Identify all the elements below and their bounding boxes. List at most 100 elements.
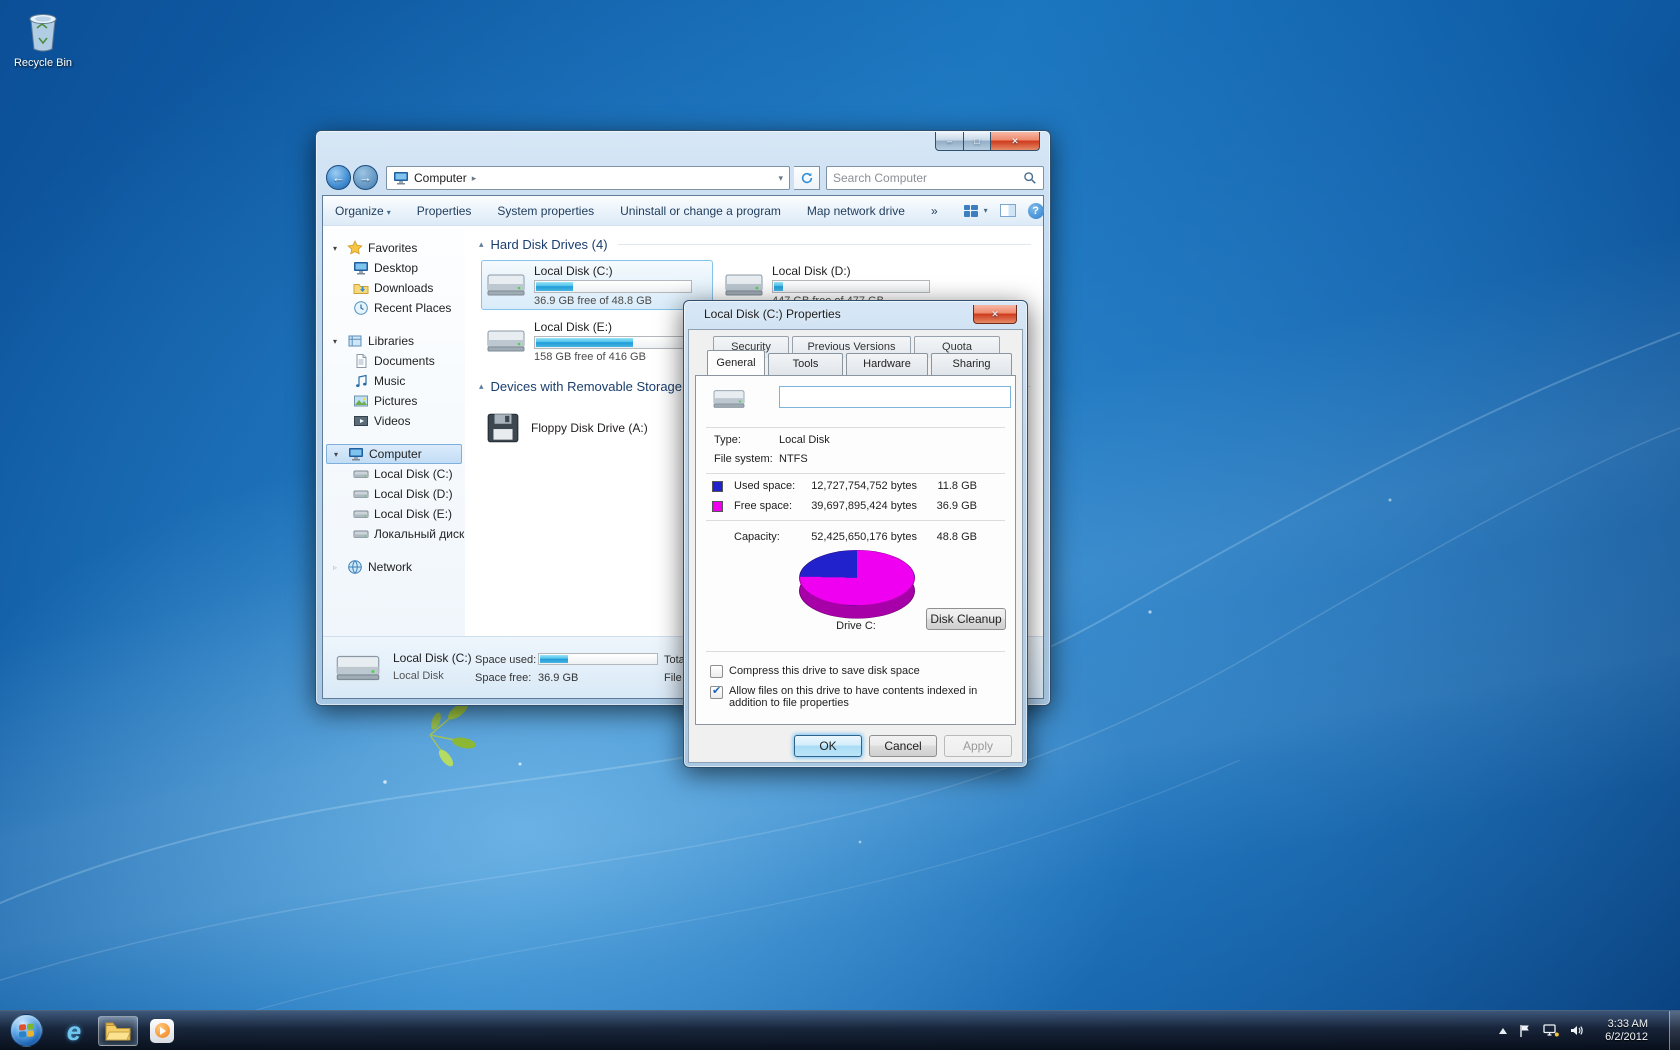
index-checkbox[interactable] xyxy=(710,686,723,699)
sidebar-item-computer[interactable]: ▾ Computer xyxy=(326,444,462,464)
taskbar-windows-explorer[interactable] xyxy=(98,1016,138,1046)
sidebar-item-local-disk-c[interactable]: Local Disk (C:) xyxy=(323,464,465,484)
capacity-bar xyxy=(538,653,658,665)
apply-button[interactable]: Apply xyxy=(944,735,1012,757)
sidebar-item-music[interactable]: Music xyxy=(323,371,465,391)
ok-button[interactable]: OK xyxy=(794,735,862,757)
address-dropdown-icon[interactable]: ▾ xyxy=(778,173,783,184)
network-icon xyxy=(347,559,363,575)
capacity-pie-top xyxy=(799,550,915,606)
sidebar-item-network[interactable]: ▹ Network xyxy=(323,557,465,577)
cancel-button[interactable]: Cancel xyxy=(869,735,937,757)
organize-menu[interactable]: Organize▾ xyxy=(335,204,391,218)
drive-icon xyxy=(724,267,764,303)
tab-tools[interactable]: Tools xyxy=(768,353,843,375)
disk-cleanup-button[interactable]: Disk Cleanup xyxy=(926,608,1006,630)
sidebar-item-local-disk-f[interactable]: Локальный диск (F:) xyxy=(323,524,465,544)
used-bytes: 12,727,754,752 bytes xyxy=(801,480,917,492)
tab-sharing[interactable]: Sharing xyxy=(931,353,1012,375)
drive-icon xyxy=(710,384,748,414)
chevron-down-icon: ▾ xyxy=(387,208,391,217)
close-button[interactable]: ✕ xyxy=(991,132,1040,151)
compress-checkbox-label[interactable]: Compress this drive to save disk space xyxy=(729,665,920,677)
network-icon[interactable] xyxy=(1543,1024,1559,1037)
wallpaper-leaves xyxy=(429,700,477,769)
taskbar-internet-explorer[interactable]: e xyxy=(54,1016,94,1046)
drive-tile-e[interactable]: Local Disk (E:) 158 GB free of 416 GB xyxy=(481,316,713,366)
sidebar-item-recent-places[interactable]: Recent Places xyxy=(323,298,465,318)
sidebar-item-videos[interactable]: Videos xyxy=(323,411,465,431)
breadcrumb[interactable]: Computer xyxy=(414,171,467,185)
search-box xyxy=(826,166,1044,190)
uninstall-command[interactable]: Uninstall or change a program xyxy=(620,204,781,218)
media-player-icon xyxy=(150,1019,174,1043)
volume-label-input[interactable] xyxy=(779,386,1011,408)
maximize-button[interactable]: □ xyxy=(964,132,991,151)
sidebar-item-local-disk-e[interactable]: Local Disk (E:) xyxy=(323,504,465,524)
sidebar-item-downloads[interactable]: Downloads xyxy=(323,278,465,298)
sidebar-item-libraries[interactable]: ▾ Libraries xyxy=(323,331,465,351)
floppy-drive-tile[interactable]: Floppy Disk Drive (A:) xyxy=(485,406,715,450)
drive-icon xyxy=(335,647,381,689)
index-checkbox-label[interactable]: Allow files on this drive to have conten… xyxy=(729,685,1007,709)
refresh-button[interactable] xyxy=(794,166,820,190)
recycle-bin-icon xyxy=(24,8,62,52)
sidebar-item-favorites[interactable]: ▾ Favorites xyxy=(323,238,465,258)
sidebar-item-pictures[interactable]: Pictures xyxy=(323,391,465,411)
downloads-icon xyxy=(353,280,369,296)
expand-arrow-icon[interactable]: ▾ xyxy=(334,450,343,459)
general-tab-page: Type: Local Disk File system: NTFS Used … xyxy=(695,375,1016,725)
file-system-value: NTFS xyxy=(779,453,808,465)
chevron-down-icon: ▾ xyxy=(984,206,988,215)
dialog-close-button[interactable]: ✕ xyxy=(973,305,1017,324)
system-properties-command[interactable]: System properties xyxy=(497,204,594,218)
help-button[interactable]: ? xyxy=(1028,203,1044,219)
preview-pane-button[interactable] xyxy=(1000,204,1016,217)
sidebar-item-desktop[interactable]: Desktop xyxy=(323,258,465,278)
forward-button[interactable]: → xyxy=(353,165,378,190)
change-view-button[interactable]: ▾ xyxy=(964,205,988,217)
breadcrumb-arrow-icon[interactable]: ▸ xyxy=(472,173,477,184)
start-button[interactable] xyxy=(0,1011,52,1050)
search-input[interactable] xyxy=(833,171,1023,185)
tab-general[interactable]: General xyxy=(707,350,765,375)
videos-icon xyxy=(353,413,369,429)
volume-icon[interactable] xyxy=(1570,1024,1584,1037)
taskbar: e 3:33 AM xyxy=(0,1010,1680,1050)
collapse-arrow-icon[interactable]: ▹ xyxy=(333,563,342,572)
back-button[interactable]: ← xyxy=(326,165,351,190)
clock-icon xyxy=(353,300,369,316)
sidebar-item-documents[interactable]: Documents xyxy=(323,351,465,371)
address-bar[interactable]: Computer ▸ ▾ xyxy=(386,166,790,190)
minimize-button[interactable]: – xyxy=(935,132,964,151)
floppy-icon xyxy=(485,412,521,444)
tab-hardware[interactable]: Hardware xyxy=(846,353,928,375)
toolbar-overflow-chevron[interactable]: » xyxy=(931,204,938,218)
collapse-group-icon[interactable]: ▴ xyxy=(479,239,484,250)
sidebar-item-local-disk-d[interactable]: Local Disk (D:) xyxy=(323,484,465,504)
taskbar-media-player[interactable] xyxy=(142,1016,182,1046)
desktop-icon xyxy=(353,260,369,276)
clock-date: 6/2/2012 xyxy=(1605,1031,1648,1044)
free-space-legend-swatch xyxy=(712,501,723,512)
refresh-icon xyxy=(800,171,814,185)
show-desktop-button[interactable] xyxy=(1669,1011,1680,1050)
recycle-bin[interactable]: Recycle Bin xyxy=(6,8,80,69)
taskbar-clock[interactable]: 3:33 AM 6/2/2012 xyxy=(1595,1018,1658,1044)
expand-arrow-icon[interactable]: ▾ xyxy=(333,244,342,253)
drive-tile-c[interactable]: Local Disk (C:) 36.9 GB free of 48.8 GB xyxy=(481,260,713,310)
drive-icon xyxy=(353,526,369,542)
properties-command[interactable]: Properties xyxy=(417,204,472,218)
show-hidden-icons-button[interactable] xyxy=(1499,1028,1507,1034)
properties-dialog: Local Disk (C:) Properties ✕ Security Pr… xyxy=(683,300,1028,768)
expand-arrow-icon[interactable]: ▾ xyxy=(333,337,342,346)
pictures-icon xyxy=(353,393,369,409)
free-size: 36.9 GB xyxy=(921,500,977,512)
compress-checkbox[interactable] xyxy=(710,665,723,678)
map-network-drive-command[interactable]: Map network drive xyxy=(807,204,905,218)
action-center-flag-icon[interactable] xyxy=(1518,1024,1532,1038)
group-header-hard-disks[interactable]: ▴ Hard Disk Drives (4) xyxy=(479,234,1043,254)
selected-item-type: Local Disk xyxy=(393,670,444,682)
collapse-group-icon[interactable]: ▴ xyxy=(479,381,484,392)
drive-icon xyxy=(353,486,369,502)
